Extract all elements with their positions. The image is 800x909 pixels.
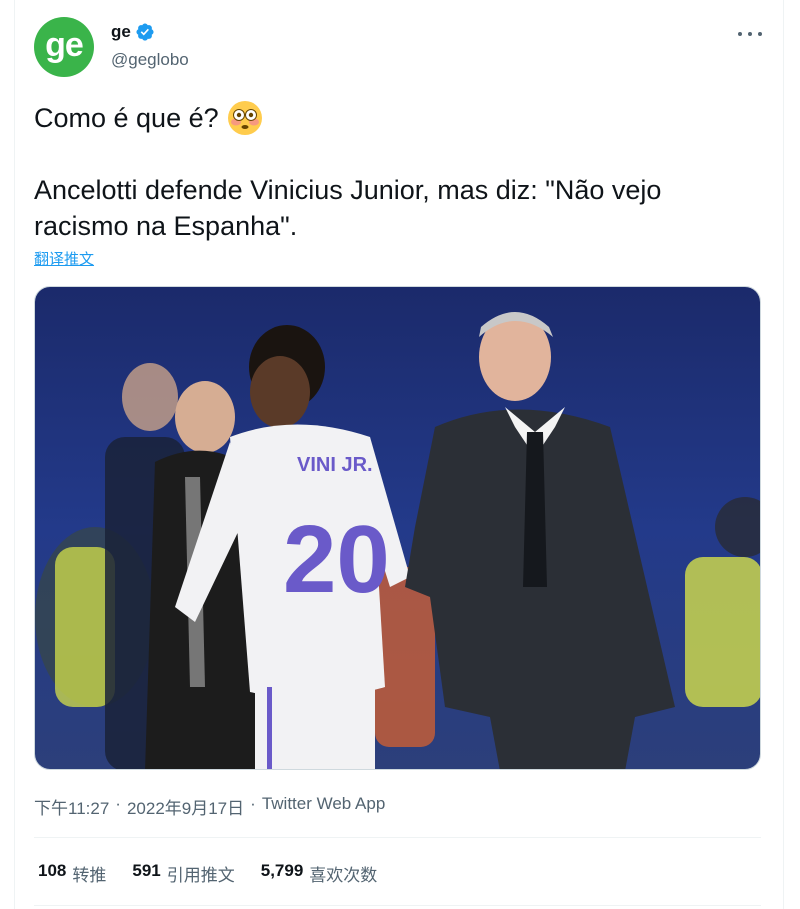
avatar[interactable]: ge [34, 17, 94, 77]
quote-count[interactable]: 591 引用推文 [132, 861, 234, 886]
avatar-text: ge [45, 25, 84, 64]
translate-tweet-link[interactable]: 翻译推文 [34, 248, 94, 269]
tweet-stats: 108 转推 591 引用推文 5,799 喜欢次数 [38, 861, 403, 886]
quote-count-label: 引用推文 [166, 866, 235, 885]
tweet-time[interactable]: 下午11:27 [34, 794, 109, 819]
tweet-text-line1: Como é que é? [34, 100, 263, 136]
tweet-meta: 下午11:27 · 2022年9月17日 · Twitter Web App [34, 794, 385, 819]
flushed-face-emoji-icon [227, 101, 262, 135]
like-count-value: 5,799 [260, 861, 304, 880]
tweet-date[interactable]: 2022年9月17日 [127, 794, 244, 819]
retweet-count[interactable]: 108 转推 [38, 861, 106, 886]
tweet-source: Twitter Web App [261, 794, 386, 813]
author-handle[interactable]: @geglobo [111, 50, 189, 70]
jersey-name: VINI JR. [297, 454, 373, 476]
display-name[interactable]: ge [111, 22, 131, 42]
quote-count-value: 591 [132, 861, 161, 880]
meta-separator: · [115, 794, 121, 813]
tweet-text-body: Ancelotti defende Vinicius Junior, mas d… [34, 175, 662, 241]
tweet-media-photo[interactable]: VINI JR. 20 [34, 286, 761, 770]
divider [34, 905, 761, 906]
meta-separator: · [250, 794, 256, 813]
author-name-row[interactable]: ge [111, 22, 155, 42]
tweet-text-question: Como é que é? [34, 103, 219, 133]
retweet-count-label: 转推 [72, 866, 107, 885]
photo-illustration: VINI JR. 20 [35, 287, 760, 769]
jersey-number: 20 [283, 506, 390, 613]
like-count[interactable]: 5,799 喜欢次数 [261, 861, 378, 886]
verified-badge-icon [136, 23, 154, 41]
more-horizontal-icon[interactable] [738, 24, 762, 44]
like-count-label: 喜欢次数 [309, 866, 378, 885]
divider [34, 837, 761, 838]
retweet-count-value: 108 [38, 861, 67, 880]
